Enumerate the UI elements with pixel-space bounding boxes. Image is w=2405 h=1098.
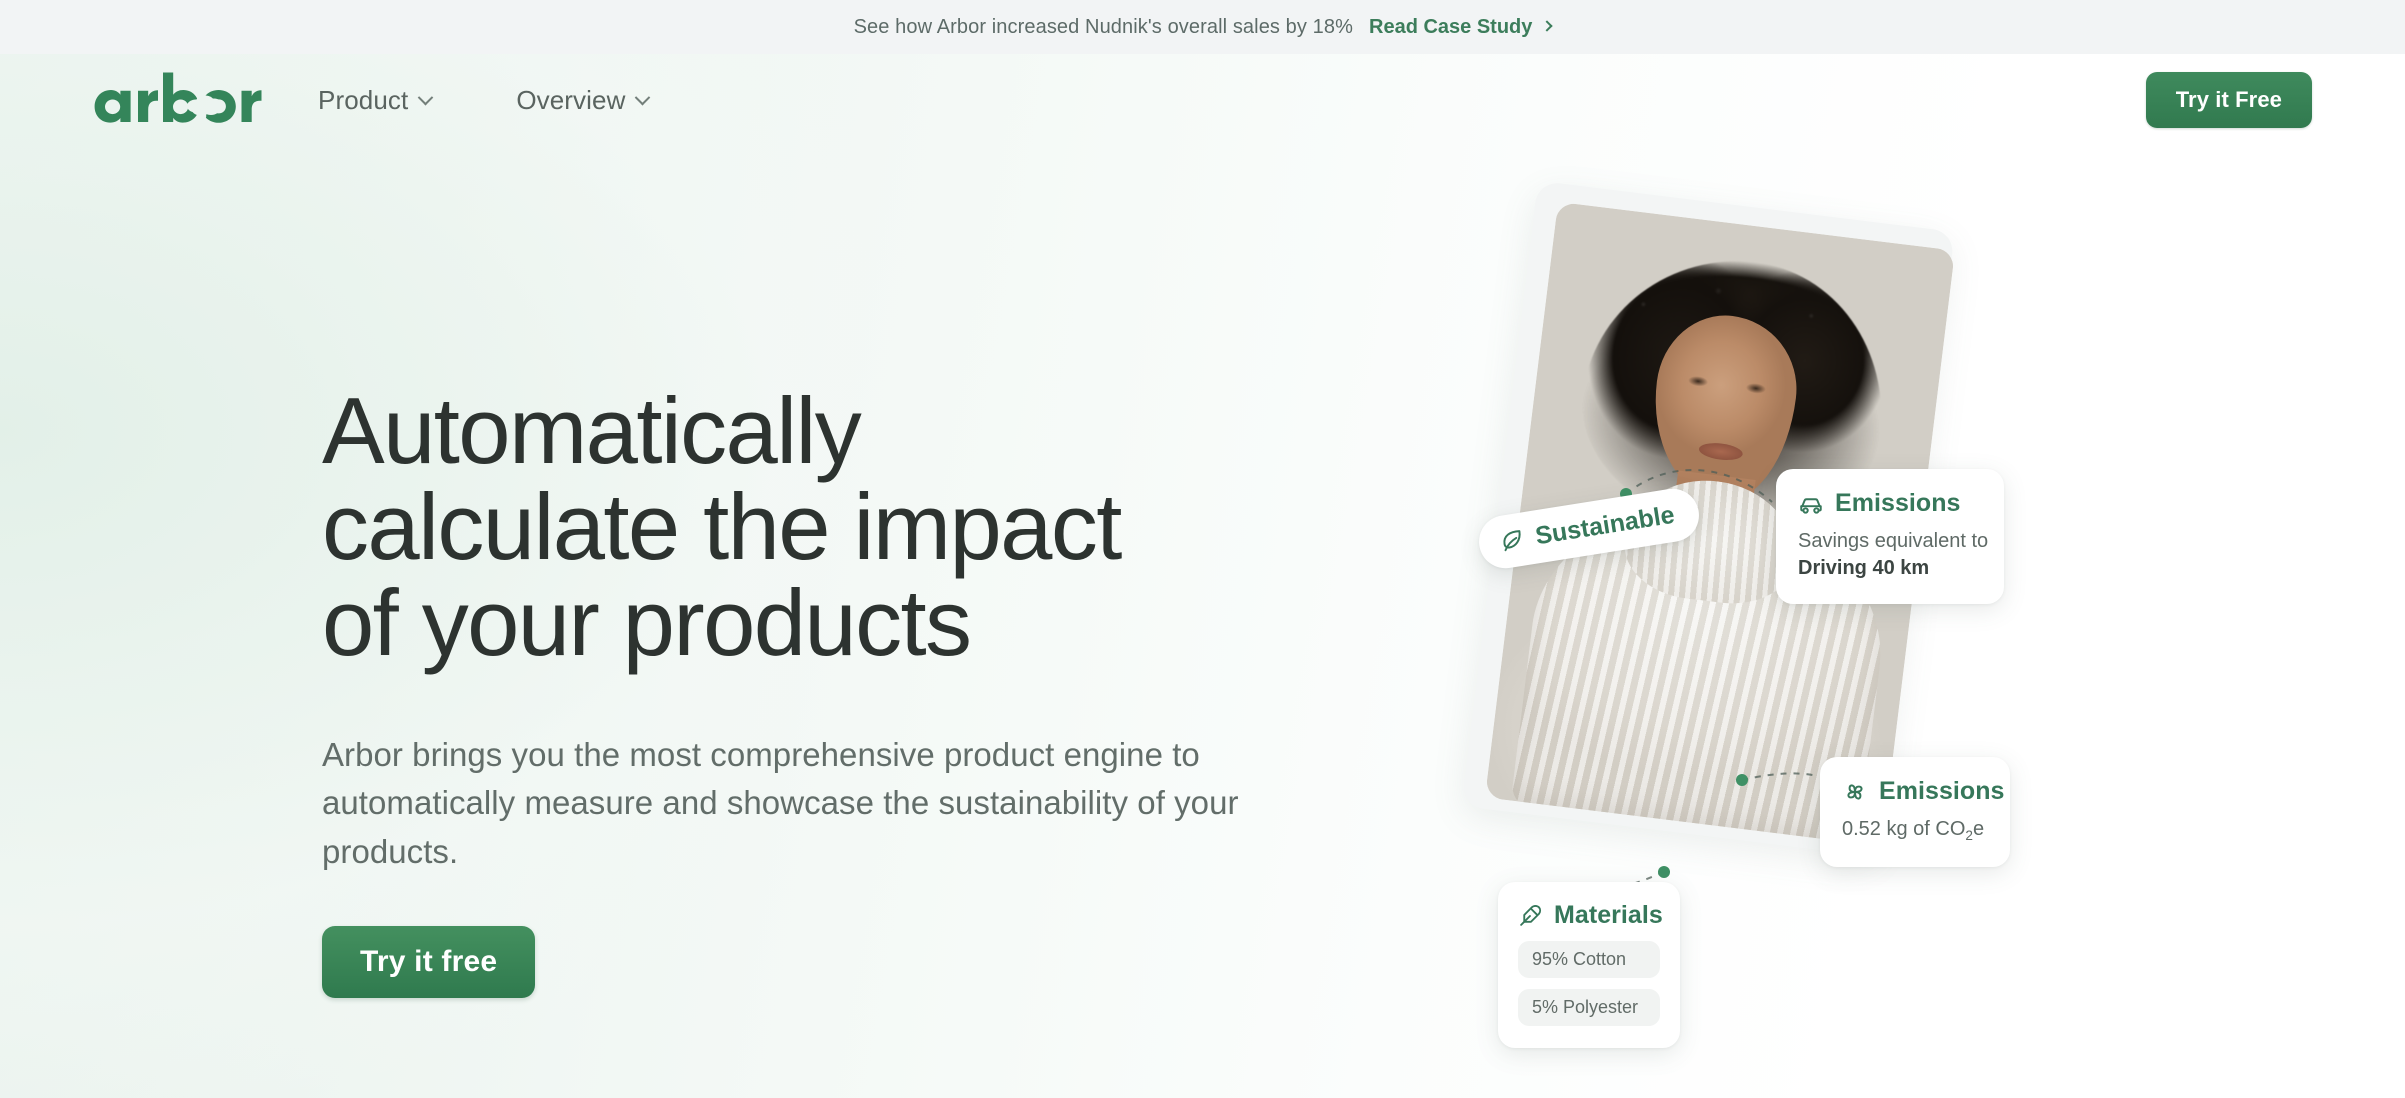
emissions-driving-line1: Savings equivalent to [1798,530,1989,552]
chevron-down-icon [635,89,651,105]
hero-section: Automatically calculate the impact of yo… [0,146,2405,1098]
chevron-down-icon [418,89,434,105]
car-icon [1798,491,1824,517]
material-chip-cotton: 95% Cotton [1518,941,1660,978]
co2-value-suffix: e [1972,818,1985,840]
card-body: Savings equivalent to Driving 40 km [1798,528,1989,582]
try-it-free-header-button[interactable]: Try it Free [2145,72,2312,128]
card-title-row: Materials [1518,901,1663,930]
card-emissions-driving: Emissions Savings equivalent to Driving … [1776,469,2004,604]
feather-icon [1518,903,1543,928]
nav-item-product-label: Product [318,84,409,115]
card-title: Emissions [1879,777,2005,805]
landing-page: See how Arbor increased Nudnik's overall… [0,0,2405,1098]
hero-subtitle: Arbor brings you the most comprehensive … [322,735,1239,870]
card-title-row: Emissions [1798,489,1982,518]
nav-item-overview-label: Overview [516,84,626,115]
nav-item-overview[interactable]: Overview [516,84,651,116]
main-navigation: Product Overview [318,54,651,146]
read-case-study-link[interactable]: Read Case Study [1369,15,1554,39]
pinwheel-icon [1842,779,1868,805]
card-emissions-co2: Emissions 0.52 kg of CO2e [1820,757,2010,868]
leaf-icon [1498,526,1527,555]
card-title: Emissions [1835,489,1961,517]
sustainable-badge-label: Sustainable [1533,500,1677,551]
card-materials: Materials 95% Cotton 5% Polyester [1498,882,1680,1048]
co2-value-prefix: 0.52 kg of CO [1842,818,1966,840]
co2-value-sub: 2 [1965,828,1973,843]
announcement-text: See how Arbor increased Nudnik's overall… [853,15,1353,38]
card-title: Materials [1554,901,1663,929]
card-title-row: Emissions [1842,777,2004,806]
try-it-free-hero-button[interactable]: Try it free [322,926,536,999]
material-chip-polyester: 5% Polyester [1518,989,1660,1026]
card-body: 0.52 kg of CO2e [1842,816,1988,845]
read-case-study-label: Read Case Study [1369,15,1533,38]
chevron-right-icon [1541,20,1554,32]
nav-item-product[interactable]: Product [318,84,434,116]
hero-copy: Automatically calculate the impact of yo… [322,378,1322,999]
arbor-logo[interactable] [93,70,265,126]
site-header: Product Overview Try it Free [0,54,2405,146]
hero-title: Automatically calculate the impact of yo… [322,378,1122,675]
emissions-driving-line2: Driving 40 km [1798,556,1930,579]
announcement-bar: See how Arbor increased Nudnik's overall… [0,0,2405,54]
hero-visual: Sustainable Emissions Savings equivalent… [1420,172,2120,1048]
